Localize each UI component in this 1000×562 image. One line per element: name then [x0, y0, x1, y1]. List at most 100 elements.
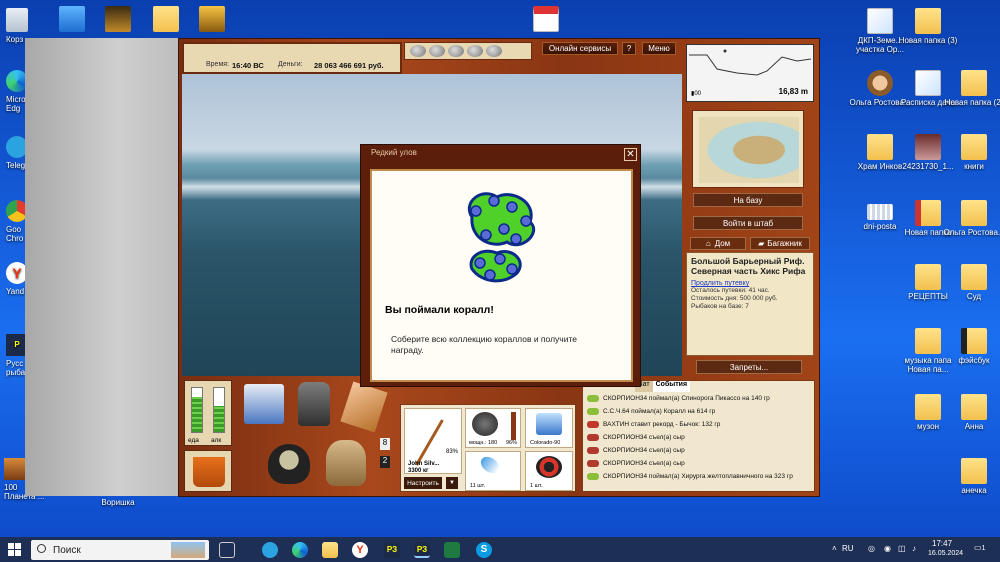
desktop-icon-anechka[interactable]: анечка: [942, 458, 1000, 495]
folder-icon: [915, 264, 941, 290]
volume-icon[interactable]: ♪: [912, 544, 916, 553]
extend-permit-link[interactable]: Продлить путевку: [691, 280, 809, 287]
folder-icon: [961, 458, 987, 484]
game-icon: [105, 6, 131, 32]
desktop-icon-game2[interactable]: [180, 6, 244, 34]
event-text: СКОРПИОН34 съел(а) сыр: [603, 434, 685, 441]
item-count-badge: 8: [380, 438, 390, 450]
pdf-icon: [533, 6, 559, 32]
alcohol-label: алк: [211, 437, 222, 444]
folder-icon: [915, 394, 941, 420]
enter-hq-button[interactable]: Войти в штаб: [693, 216, 803, 230]
event-icon: [587, 447, 599, 454]
event-row: СКОРПИОН34 поймал(а) Спинорога Пикассо н…: [583, 392, 814, 405]
reel-slot[interactable]: мощн.: 180 96%: [465, 408, 521, 448]
time-label: Время:: [206, 61, 230, 68]
desktop-icon-new-folder-2[interactable]: Новая папка (2): [942, 70, 1000, 107]
language-indicator[interactable]: RU: [842, 544, 854, 553]
reel-icon[interactable]: [448, 45, 464, 57]
desktop-icon-books[interactable]: книги: [942, 134, 1000, 171]
configure-button[interactable]: Настроить: [404, 477, 442, 489]
telegram-taskbar-icon[interactable]: [262, 542, 278, 558]
explorer-taskbar-icon[interactable]: [322, 542, 338, 558]
tray-icon-2[interactable]: ◉: [884, 544, 891, 553]
rod-weight: 3300 кг: [408, 468, 429, 474]
help-button[interactable]: ?: [622, 42, 636, 55]
bait-icon: [536, 456, 562, 478]
location-map[interactable]: [692, 110, 804, 188]
search-input[interactable]: Поиск: [31, 540, 209, 560]
sack-icon[interactable]: [326, 440, 366, 486]
folder-icon: [961, 70, 987, 96]
desktop-icon-new-folder-3[interactable]: Новая папка (3): [896, 8, 960, 45]
tab-trunk-label: Багажник: [767, 239, 802, 248]
close-button[interactable]: ✕: [624, 148, 637, 161]
desktop-icon-court[interactable]: Суд: [942, 264, 1000, 301]
reel-icon[interactable]: [486, 45, 502, 57]
desktop-icon-label: Русс рыба: [6, 359, 26, 377]
tab-events[interactable]: События: [652, 381, 691, 392]
tab-home[interactable]: ⌂ Дом: [690, 237, 746, 250]
alcohol-bar: [213, 387, 225, 433]
float-count: 11 шт.: [470, 483, 486, 489]
cauldron-icon[interactable]: [268, 444, 310, 484]
bait-count: 1 шт.: [530, 483, 543, 489]
taskbar: Поиск Y РЗ РЗ S ˄ RU ◎ ◉ ◫ ♪ 17:47 16.05…: [0, 537, 1000, 562]
tab-home-label: Дом: [714, 239, 731, 248]
clock-time[interactable]: 17:47: [932, 539, 952, 548]
event-row: СКОРПИОН34 съел(а) сыр: [583, 444, 814, 457]
excel-taskbar-icon[interactable]: [444, 542, 460, 558]
desktop-icon-anna[interactable]: Анна: [942, 394, 1000, 431]
rare-catch-dialog: Редкий улов ✕ Вы поймали коралл! Соберит…: [360, 144, 641, 387]
float-slot[interactable]: 11 шт.: [465, 451, 521, 491]
backpack-icon[interactable]: [298, 382, 330, 426]
line-slot[interactable]: Colorado-90: [525, 408, 573, 448]
battery-indicator: ▮00: [691, 91, 701, 97]
yandex-taskbar-icon[interactable]: Y: [352, 542, 368, 558]
reel-icon[interactable]: [429, 45, 445, 57]
desktop-icon-pdf[interactable]: [514, 6, 578, 34]
folder-icon: [961, 200, 987, 226]
desktop-icon-olga2[interactable]: Ольга Ростова...: [942, 200, 1000, 237]
bans-button[interactable]: Запреты...: [696, 360, 802, 374]
windows-start-icon[interactable]: [8, 543, 21, 556]
reel-icon[interactable]: [467, 45, 483, 57]
tackle-box-icon[interactable]: [244, 384, 284, 424]
desktop-icon-label: Суд: [966, 292, 982, 301]
tray-icon-1[interactable]: ◎: [868, 544, 875, 553]
tab-trunk[interactable]: ▰ Багажник: [750, 237, 810, 250]
rod-slot[interactable]: 83% John Silv... 3300 кг: [404, 408, 462, 474]
event-text: СКОРПИОН34 поймал(а) Спинорога Пикассо н…: [603, 395, 770, 402]
menu-button[interactable]: Меню: [642, 42, 676, 55]
dialog-body: Вы поймали коралл! Соберите всю коллекци…: [370, 169, 633, 382]
game-taskbar-icon-2[interactable]: РЗ: [414, 542, 430, 558]
skype-taskbar-icon[interactable]: S: [476, 542, 492, 558]
event-row: СКОРПИОН34 поймал(а) Хирурга желтоплавни…: [583, 470, 814, 483]
clock-date[interactable]: 16.05.2024: [928, 550, 963, 557]
online-services-button[interactable]: Онлайн сервисы: [542, 42, 618, 55]
depth-profile: ▮00 16,83 m: [686, 44, 814, 102]
events-list: СКОРПИОН34 поймал(а) Спинорога Пикассо н…: [583, 392, 814, 483]
tray-icon-3[interactable]: ◫: [898, 544, 906, 553]
game-icon: [4, 458, 26, 480]
tray-chevron-icon[interactable]: ˄: [832, 544, 837, 553]
game-taskbar-icon-1[interactable]: РЗ: [384, 542, 400, 558]
desktop-icon-label: фэйсбук: [958, 356, 990, 365]
item-count-badge: 2: [380, 456, 390, 468]
edge-taskbar-icon[interactable]: [292, 542, 308, 558]
reel-icon[interactable]: [410, 45, 426, 57]
task-view-icon[interactable]: [219, 542, 235, 558]
bucket-slot[interactable]: [184, 450, 232, 492]
depth-value: 16,83 m: [778, 87, 808, 96]
search-icon: [37, 544, 46, 553]
catch-description: Соберите всю коллекцию кораллов и получи…: [391, 334, 577, 355]
line-spool-icon: [536, 413, 562, 435]
configure-dropdown-button[interactable]: ▼: [446, 477, 458, 489]
bait-slot[interactable]: 1 шт.: [525, 451, 573, 491]
desktop-icon-label: книги: [964, 162, 984, 171]
desktop-icon-facebook[interactable]: фэйсбук: [942, 328, 1000, 365]
to-base-button[interactable]: На базу: [693, 193, 803, 207]
recycle-bin-icon: [6, 8, 28, 32]
archive-icon: [867, 204, 893, 220]
notification-icon[interactable]: ▭1: [974, 543, 985, 552]
